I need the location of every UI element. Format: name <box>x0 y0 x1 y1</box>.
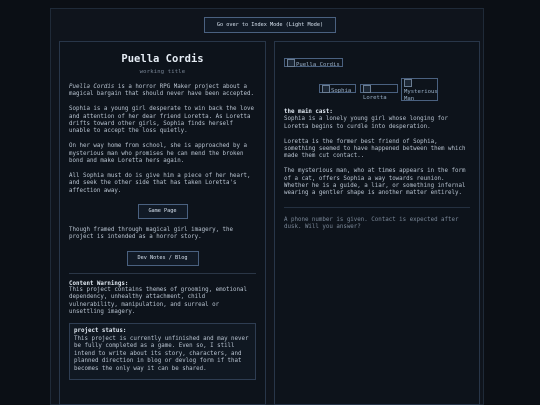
character-alt-sophia: Sophia <box>331 88 352 94</box>
character-alt-loretta: Loretta <box>363 95 387 101</box>
framing-paragraph: Though framed through magical girl image… <box>69 227 234 241</box>
story-paragraph-3: On her way home from school, she is appr… <box>69 143 247 165</box>
left-panel: Puella Cordis working title Puella Cordi… <box>59 41 266 405</box>
index-mode-button[interactable]: Go over to Index Mode (Light Mode) <box>204 17 336 33</box>
dev-notes-button[interactable]: Dev Notes / Blog <box>126 250 199 266</box>
project-status-heading: project status: <box>74 328 127 335</box>
game-page-button[interactable]: Game Page <box>137 204 188 220</box>
character-image-mysterious-man: Mysterious Man <box>401 78 438 102</box>
cast-loretta: Loretta is the former best friend of Sop… <box>284 138 466 160</box>
divider <box>69 272 256 274</box>
page-subtitle: working title <box>139 69 186 75</box>
logo-alt-text: Puella Cordis <box>296 62 340 68</box>
intro-title-em: Puella Cordis <box>69 84 115 90</box>
logo-image: Puella Cordis <box>284 58 343 68</box>
broken-image-icon <box>287 59 295 67</box>
character-image-sophia: Sophia <box>319 84 356 94</box>
broken-image-icon <box>322 85 330 93</box>
project-status-box: project status: This project is currentl… <box>69 323 256 380</box>
right-panel: Puella Cordis Sophia Loretta Mysterious … <box>274 41 480 405</box>
story-paragraph-4: All Sophia must do is give him a piece o… <box>69 172 251 194</box>
main-cast-heading: the main cast: <box>284 109 333 115</box>
character-images: Sophia Loretta Mysterious Man <box>284 78 470 104</box>
character-image-loretta: Loretta <box>360 84 398 101</box>
project-status-text: This project is currently unfinished and… <box>74 335 249 372</box>
cast-mysterious-man: The mysterious man, who at times appears… <box>284 168 466 197</box>
character-alt-man: Mysterious Man <box>404 89 438 102</box>
cast-sophia: Sophia is a lonely young girl whose long… <box>284 116 449 130</box>
story-paragraph-2: Sophia is a young girl desperate to win … <box>69 106 254 135</box>
content-warnings-text: This project contains themes of grooming… <box>69 286 247 316</box>
divider <box>284 206 470 208</box>
broken-image-icon <box>363 85 371 93</box>
intro-paragraph: Puella Cordis is a horror RPG Maker proj… <box>69 84 256 99</box>
phone-note: A phone number is given. Contact is expe… <box>284 216 459 231</box>
broken-image-icon <box>404 79 412 87</box>
page-title: Puella Cordis <box>121 53 204 65</box>
